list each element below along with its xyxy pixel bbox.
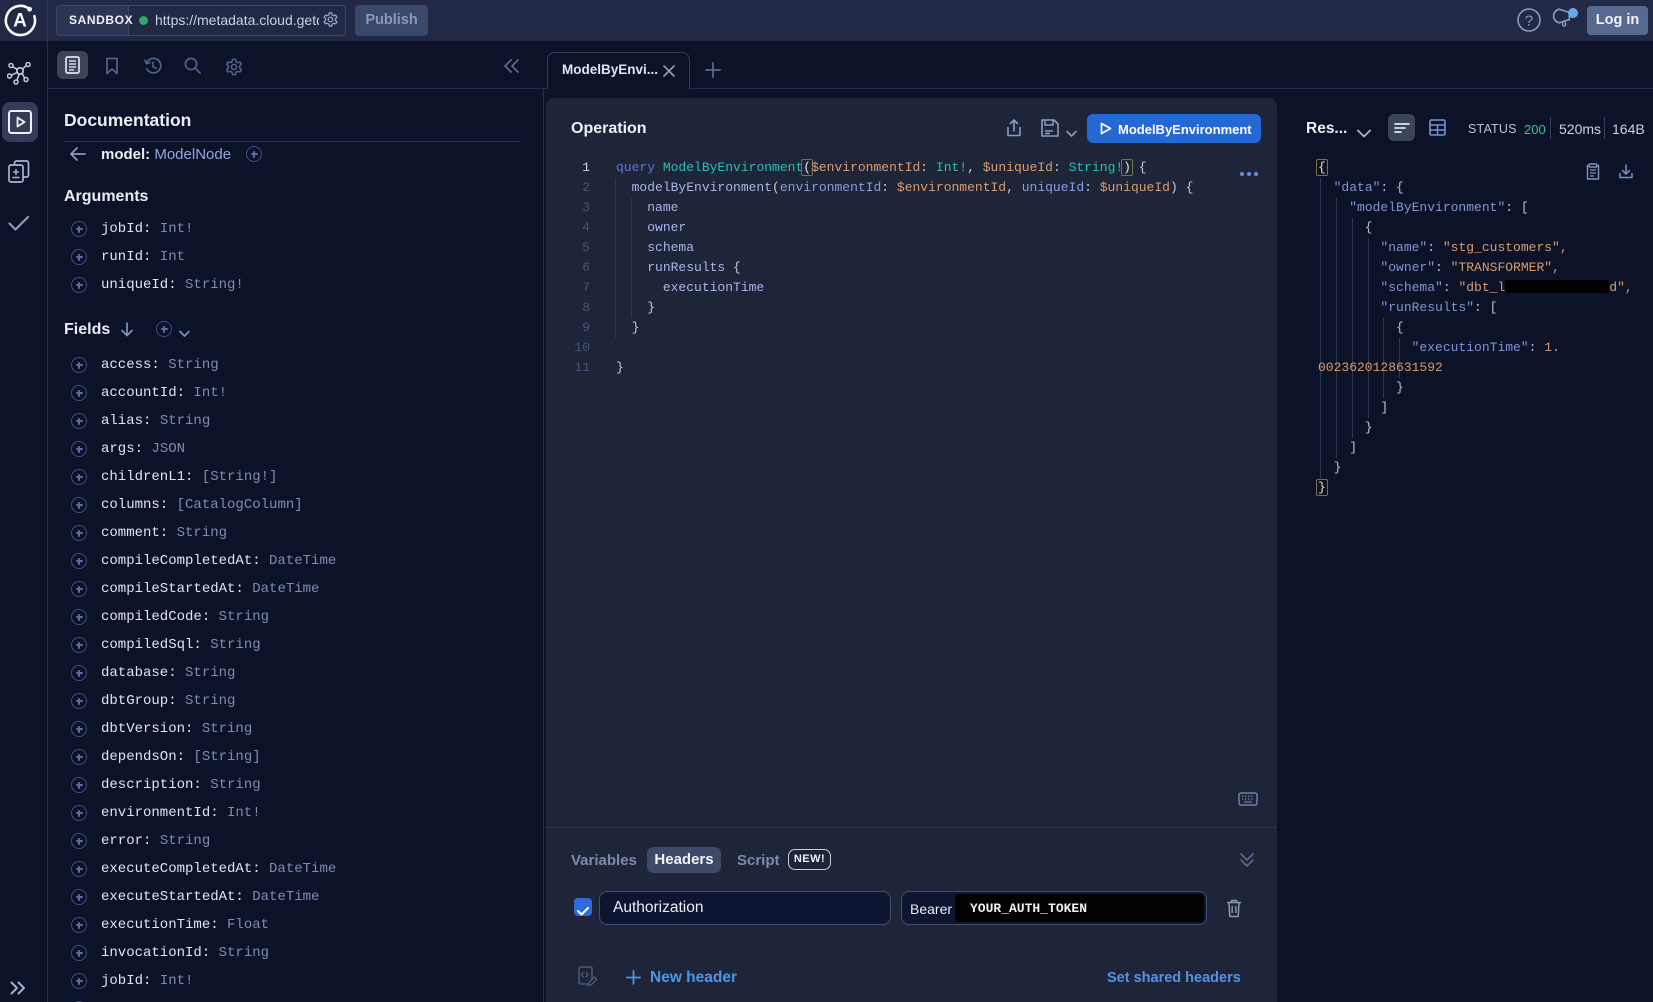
- svg-text:A: A: [13, 11, 27, 32]
- svg-text:?: ?: [1525, 13, 1533, 30]
